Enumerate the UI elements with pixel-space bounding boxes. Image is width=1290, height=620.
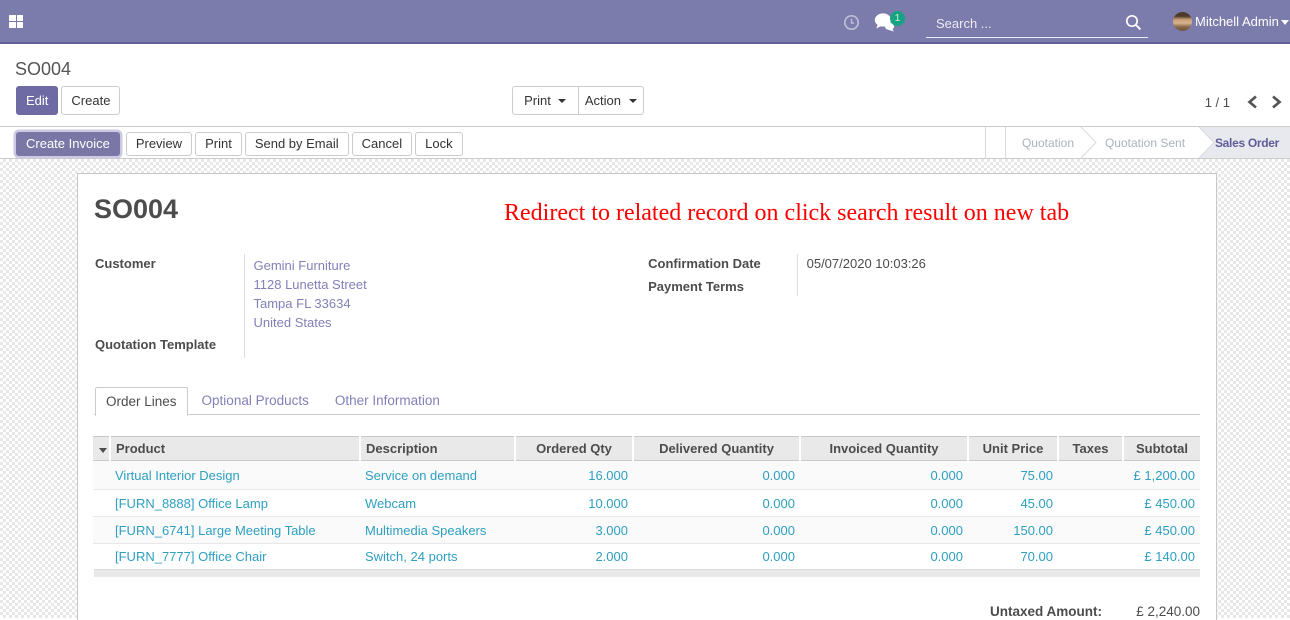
svg-text:Quotation Sent: Quotation Sent xyxy=(1105,136,1186,150)
svg-text:Sales Order: Sales Order xyxy=(1215,136,1280,150)
svg-text:Quotation: Quotation xyxy=(1022,136,1074,150)
